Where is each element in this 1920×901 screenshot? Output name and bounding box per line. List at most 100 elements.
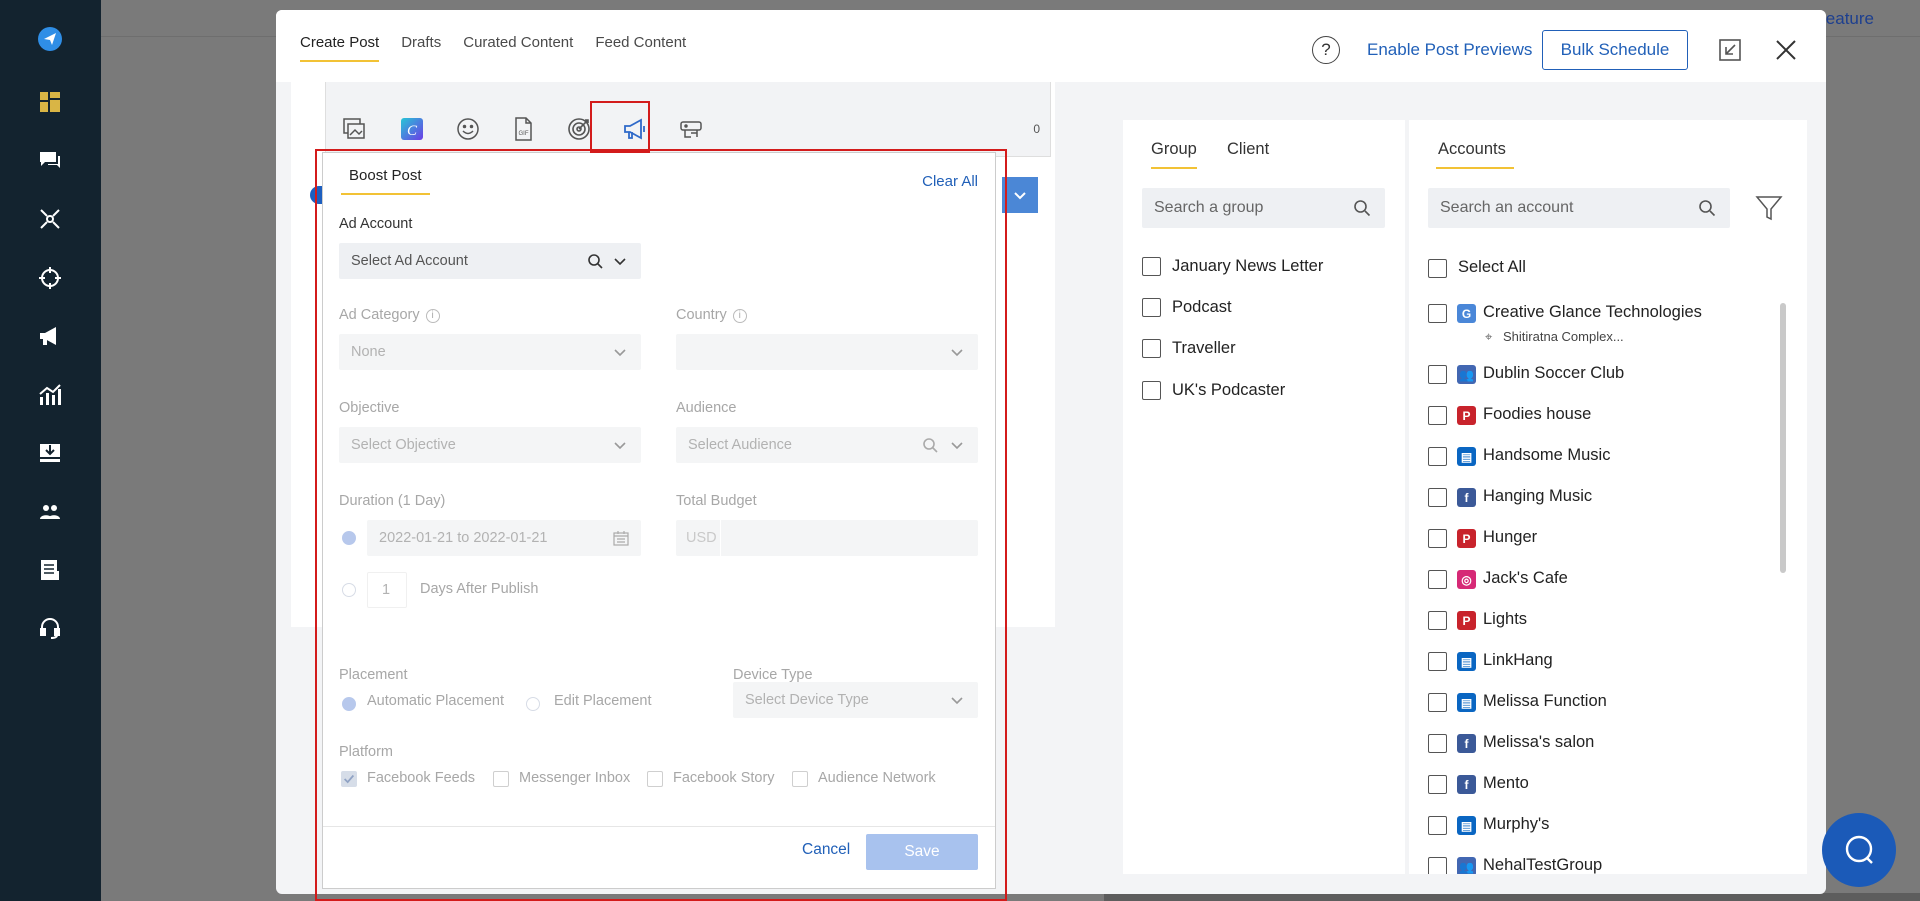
svg-text:C: C <box>407 123 418 139</box>
target-icon[interactable] <box>565 115 593 143</box>
background-link: eature <box>1825 9 1874 28</box>
search-icon[interactable] <box>1698 199 1716 217</box>
account-checkbox[interactable] <box>1428 406 1447 425</box>
google-business-icon: G <box>1457 304 1476 323</box>
group-checkbox[interactable] <box>1142 257 1161 276</box>
target-icon[interactable] <box>33 261 67 295</box>
canva-icon[interactable]: C <box>398 115 426 143</box>
account-name: Jack's Cafe <box>1483 569 1568 587</box>
account-name: NehalTestGroup <box>1483 856 1603 874</box>
modal-header: Create Post Drafts Curated Content Feed … <box>276 10 1826 82</box>
facebook-group-icon: 👥 <box>1457 365 1476 384</box>
facebook-icon: f <box>1457 775 1476 794</box>
minimize-icon[interactable] <box>1718 38 1742 62</box>
group-search-placeholder: Search a group <box>1154 199 1264 216</box>
account-name: Mento <box>1483 774 1529 792</box>
accounts-panel: Accounts Search an account Select All GC… <box>1409 120 1807 874</box>
tab-create-post[interactable]: Create Post <box>300 34 380 62</box>
messages-icon[interactable] <box>33 143 67 177</box>
bot-icon[interactable] <box>677 115 705 143</box>
location-pin-icon: ⌖ <box>1485 329 1493 344</box>
tab-curated-content[interactable]: Curated Content <box>463 34 573 62</box>
tab-feed-content[interactable]: Feed Content <box>595 34 686 62</box>
account-name: Hunger <box>1483 528 1538 546</box>
group-checkbox[interactable] <box>1142 339 1161 358</box>
tab-drafts[interactable]: Drafts <box>401 34 441 62</box>
account-checkbox[interactable] <box>1428 734 1447 753</box>
support-icon[interactable] <box>33 611 67 645</box>
account-checkbox[interactable] <box>1428 652 1447 671</box>
account-checkbox[interactable] <box>1428 529 1447 548</box>
account-name: Dublin Soccer Club <box>1483 364 1625 382</box>
list-item: January News Letter <box>1172 257 1324 275</box>
tab-group[interactable]: Group <box>1151 140 1197 169</box>
account-checkbox[interactable] <box>1428 693 1447 712</box>
highlight-box <box>590 101 650 153</box>
account-checkbox[interactable] <box>1428 304 1447 323</box>
group-search-input[interactable]: Search a group <box>1142 188 1385 228</box>
account-checkbox[interactable] <box>1428 365 1447 384</box>
group-checkbox[interactable] <box>1142 381 1161 400</box>
account-name: Lights <box>1483 610 1528 628</box>
account-search-input[interactable]: Search an account <box>1428 188 1730 228</box>
inbox-icon[interactable] <box>33 436 67 470</box>
account-address: Shitiratna Complex... <box>1503 329 1624 344</box>
help-icon[interactable]: ? <box>1312 36 1340 64</box>
modal-tabs: Create Post Drafts Curated Content Feed … <box>300 34 708 62</box>
account-name: Hanging Music <box>1483 487 1593 505</box>
account-name: Foodies house <box>1483 405 1592 423</box>
facebook-group-icon: 👥 <box>1457 857 1476 874</box>
pinterest-icon: P <box>1457 529 1476 548</box>
linkedin-page-icon: ▤ <box>1457 652 1476 671</box>
svg-text:GIF: GIF <box>519 131 529 137</box>
character-count: 0 <box>1033 122 1040 136</box>
dashboard-icon[interactable] <box>33 85 67 119</box>
account-search-placeholder: Search an account <box>1440 199 1574 216</box>
search-icon[interactable] <box>1353 199 1371 217</box>
group-checkbox[interactable] <box>1142 298 1161 317</box>
account-checkbox[interactable] <box>1428 570 1447 589</box>
tab-client[interactable]: Client <box>1227 140 1269 167</box>
background-strip <box>1104 893 1920 901</box>
account-name: Melissa's salon <box>1483 733 1595 751</box>
tab-accounts[interactable]: Accounts <box>1436 140 1514 169</box>
pinterest-icon: P <box>1457 611 1476 630</box>
team-icon[interactable] <box>33 495 67 529</box>
support-chat-button[interactable] <box>1822 813 1896 887</box>
composer-toolbar: C GIF 0 <box>325 82 1051 157</box>
media-library-icon[interactable] <box>340 115 368 143</box>
account-checkbox[interactable] <box>1428 447 1447 466</box>
bulk-schedule-button[interactable]: Bulk Schedule <box>1542 30 1688 70</box>
account-list-scrollbar[interactable] <box>1780 303 1786 573</box>
reports-icon[interactable] <box>33 553 67 587</box>
chat-icon <box>1845 835 1873 864</box>
highlight-box <box>315 149 1007 901</box>
linkedin-page-icon: ▤ <box>1457 816 1476 835</box>
linkedin-page-icon: ▤ <box>1457 447 1476 466</box>
account-name: Melissa Function <box>1483 692 1607 710</box>
list-item: UK's Podcaster <box>1172 381 1286 399</box>
account-checkbox[interactable] <box>1428 816 1447 835</box>
publish-dropdown-button[interactable] <box>1002 177 1038 213</box>
instagram-icon: ◎ <box>1457 570 1476 589</box>
megaphone-icon[interactable] <box>33 319 67 353</box>
send-icon[interactable] <box>33 22 67 56</box>
analytics-icon[interactable] <box>33 378 67 412</box>
network-icon[interactable] <box>33 202 67 236</box>
pinterest-icon: P <box>1457 406 1476 425</box>
account-checkbox[interactable] <box>1428 775 1447 794</box>
account-checkbox[interactable] <box>1428 488 1447 507</box>
gif-icon[interactable]: GIF <box>509 115 537 143</box>
account-name: Murphy's <box>1483 815 1550 833</box>
filter-icon[interactable] <box>1754 193 1784 223</box>
close-icon[interactable] <box>1774 38 1798 62</box>
select-all-label: Select All <box>1458 258 1526 276</box>
account-name: Creative Glance Technologies <box>1483 303 1702 321</box>
emoji-icon[interactable] <box>454 115 482 143</box>
select-all-checkbox[interactable] <box>1428 259 1447 278</box>
linkedin-page-icon: ▤ <box>1457 693 1476 712</box>
account-checkbox[interactable] <box>1428 611 1447 630</box>
enable-post-previews-link[interactable]: Enable Post Previews <box>1367 40 1532 60</box>
facebook-icon: f <box>1457 734 1476 753</box>
account-checkbox[interactable] <box>1428 857 1447 874</box>
